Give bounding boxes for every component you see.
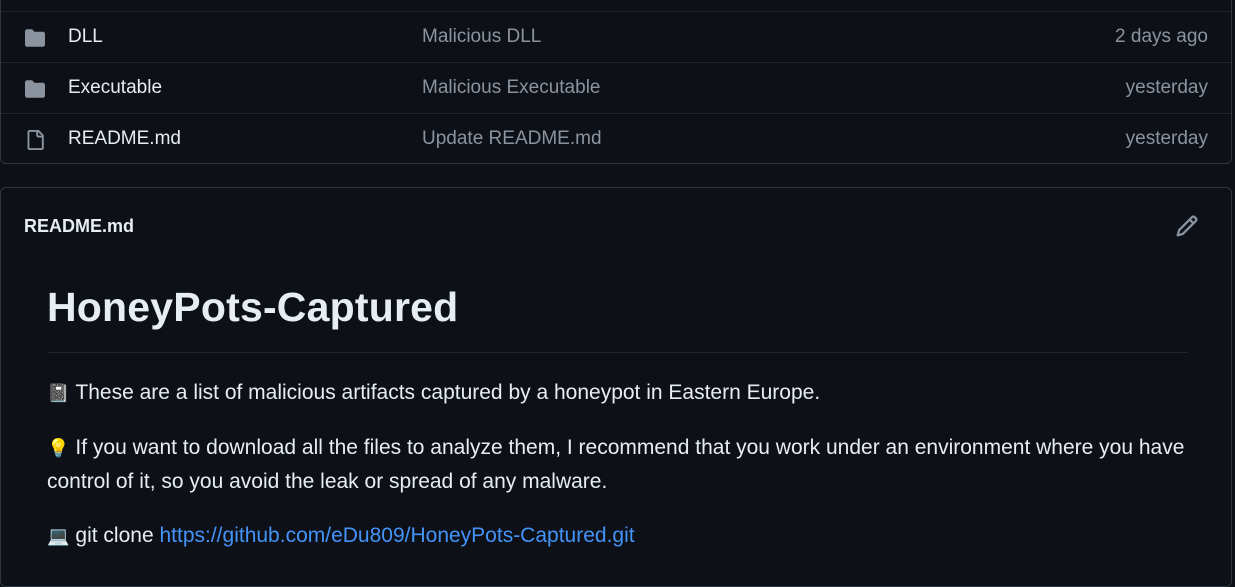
pencil-icon[interactable] [1175, 214, 1199, 238]
repo-link[interactable]: https://github.com/eDu809/HoneyPots-Capt… [159, 524, 634, 547]
notebook-icon: 📓 [47, 383, 70, 403]
file-name[interactable]: Executable [68, 77, 162, 99]
paragraph-text: If you want to download all the files to… [47, 436, 1185, 493]
commit-time: yesterday [1125, 128, 1208, 149]
readme-filename[interactable]: README.md [24, 216, 134, 237]
readme-panel: README.md HoneyPots-Captured 📓 These are … [0, 187, 1232, 587]
file-name[interactable]: README.md [68, 128, 181, 150]
commit-message[interactable]: Malicious Executable [422, 77, 600, 99]
file-name[interactable]: DLL [68, 26, 103, 48]
folder-icon [25, 80, 45, 98]
readme-title: HoneyPots-Captured [47, 284, 459, 330]
readme-paragraph-3: 💻 git clone https://github.com/eDu809/Hon… [47, 519, 1187, 553]
folder-icon [25, 29, 45, 47]
commit-time: 2 days ago [1115, 26, 1208, 47]
readme-paragraph-1: 📓 These are a list of malicious artifacts… [47, 376, 1187, 410]
commit-message[interactable]: Malicious DLL [422, 26, 541, 48]
file-list: DLL Malicious DLL 2 days ago Executable … [0, 0, 1232, 164]
file-icon [27, 130, 44, 150]
file-row-executable[interactable]: Executable Malicious Executable yesterda… [1, 62, 1231, 113]
readme-paragraph-2: 💡 If you want to download all the files t… [47, 431, 1187, 498]
commit-time: yesterday [1125, 77, 1208, 98]
file-row-dll[interactable]: DLL Malicious DLL 2 days ago [1, 11, 1231, 62]
commit-message[interactable]: Update README.md [422, 128, 602, 150]
git-clone-text: git clone [75, 524, 154, 547]
title-divider [47, 352, 1188, 353]
paragraph-text: These are a list of malicious artifacts … [75, 381, 821, 404]
laptop-icon: 💻 [47, 526, 70, 546]
lightbulb-icon: 💡 [47, 438, 70, 458]
file-row-readme[interactable]: README.md Update README.md yesterday [1, 113, 1231, 163]
file-list-top-spacer [1, 0, 1231, 11]
